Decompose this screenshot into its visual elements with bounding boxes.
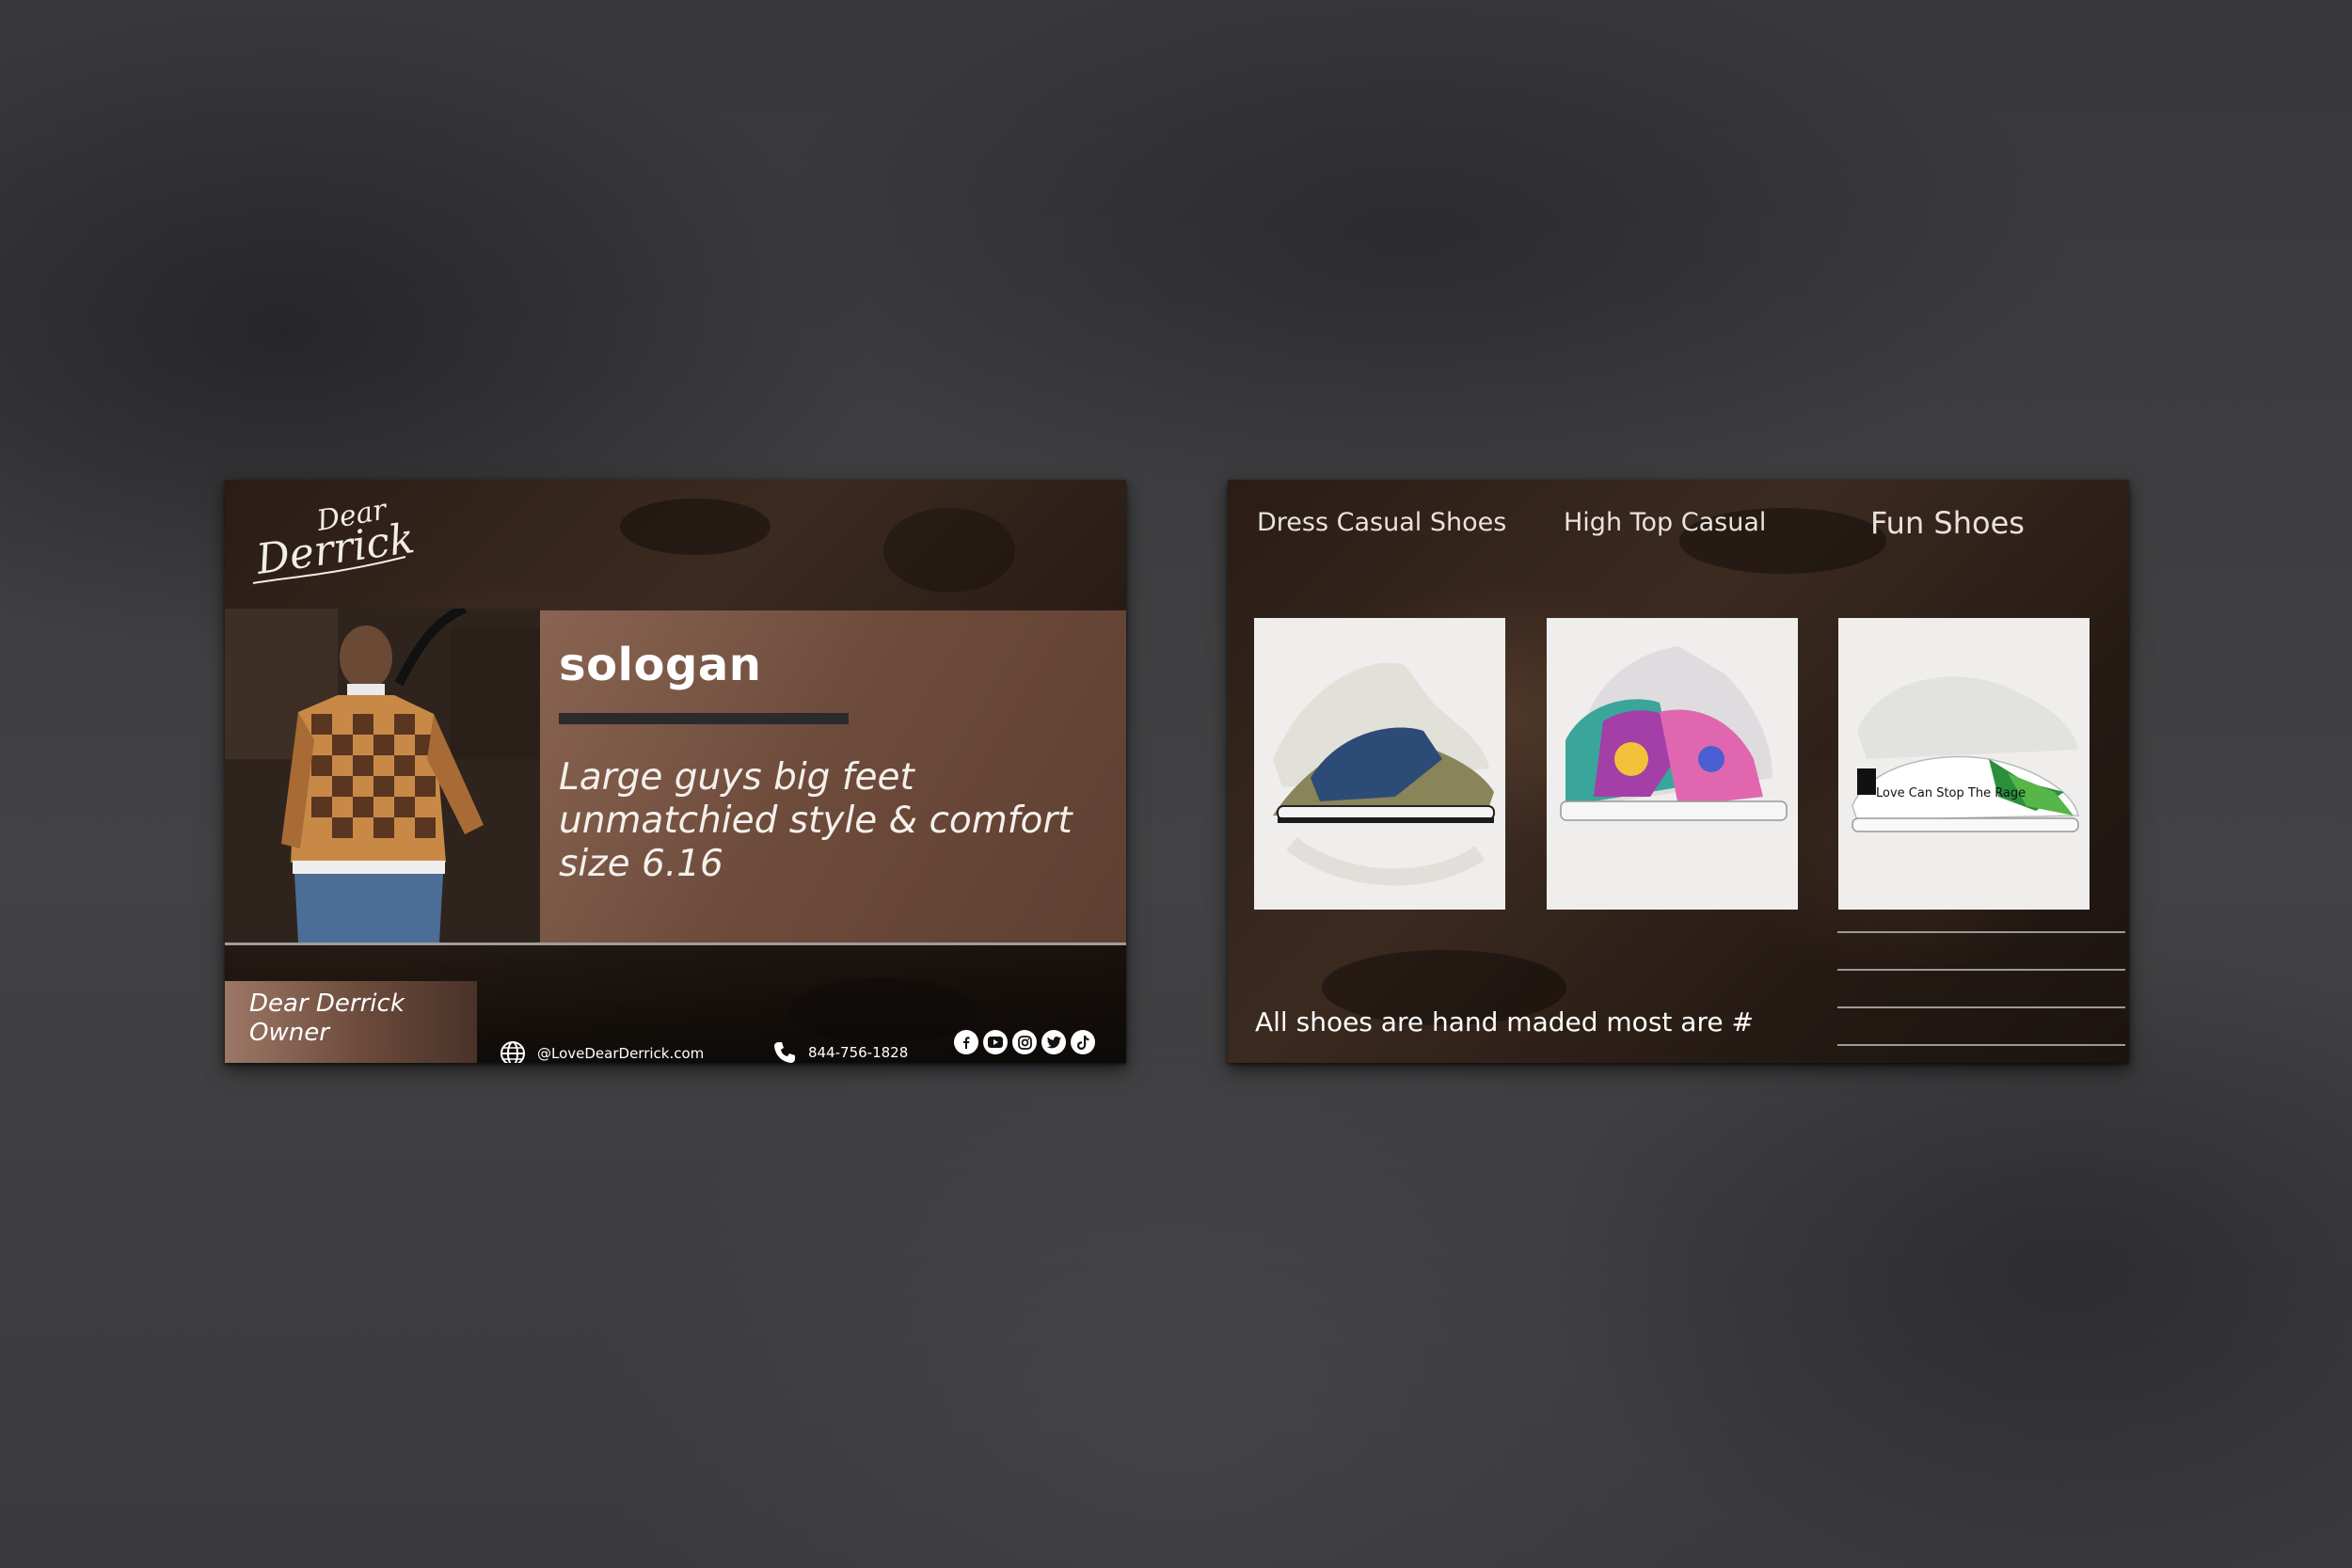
logo-script-graphic: Dear Derrick [252,493,417,584]
website-text: @LoveDearDerrick.com [537,1045,705,1062]
writing-line [1837,969,2125,971]
owner-name-box: Dear Derrick Owner [225,981,477,1063]
globe-icon [501,1041,525,1063]
facebook-icon[interactable] [954,1030,978,1054]
slogan-line: unmatchied style & comfort [559,800,1073,842]
twitter-icon[interactable] [1041,1030,1066,1054]
social-icons [954,1030,1095,1054]
slogan-text: Large guys big feet unmatchied style & c… [559,756,1123,886]
owner-photo [225,609,540,942]
logo-word-derrick: Derrick [252,515,415,584]
slogan-title: sologan [559,639,762,691]
youtube-icon[interactable] [983,1030,1008,1054]
owner-name: Dear Derrick [249,990,405,1018]
category-label-fun-shoes: Fun Shoes [1870,505,2025,541]
shoe-print-text: Love Can Stop The Rage [1876,786,2026,800]
slogan-line: size 6.16 [559,843,723,885]
tiktok-icon[interactable] [1071,1030,1095,1054]
brand-logo: Dear Dear Derrick [246,491,418,594]
background-texture [883,508,1015,593]
phone-text: 844-756-1828 [808,1044,909,1061]
writing-line [1837,931,2125,933]
shoe-image-high-top [1547,618,1798,910]
business-card-front: Dear Dear Derrick [225,480,1126,1063]
category-label-high-top: High Top Casual [1564,508,1767,537]
handmade-note: All shoes are hand maded most are # [1255,1006,1754,1037]
writing-line [1837,1006,2125,1008]
instagram-icon[interactable] [1012,1030,1037,1054]
writing-line [1837,1044,2125,1046]
category-label-dress-casual: Dress Casual Shoes [1257,508,1507,537]
phone-icon [774,1042,795,1063]
phone-contact[interactable]: 844-756-1828 [772,1040,908,1063]
slogan-underline [559,713,849,724]
shoe-image-fun: Love Can Stop The Rage [1838,618,2090,910]
website-contact[interactable]: @LoveDearDerrick.com [500,1040,704,1063]
slogan-panel: sologan Large guys big feet unmatchied s… [540,610,1126,942]
owner-role: Owner [249,1019,329,1047]
business-card-back: Dress Casual Shoes High Top Casual Fun S… [1228,480,2129,1063]
shoe-image-dress-casual [1254,618,1505,910]
background-texture [620,499,771,555]
slogan-line: Large guys big feet [559,756,914,799]
